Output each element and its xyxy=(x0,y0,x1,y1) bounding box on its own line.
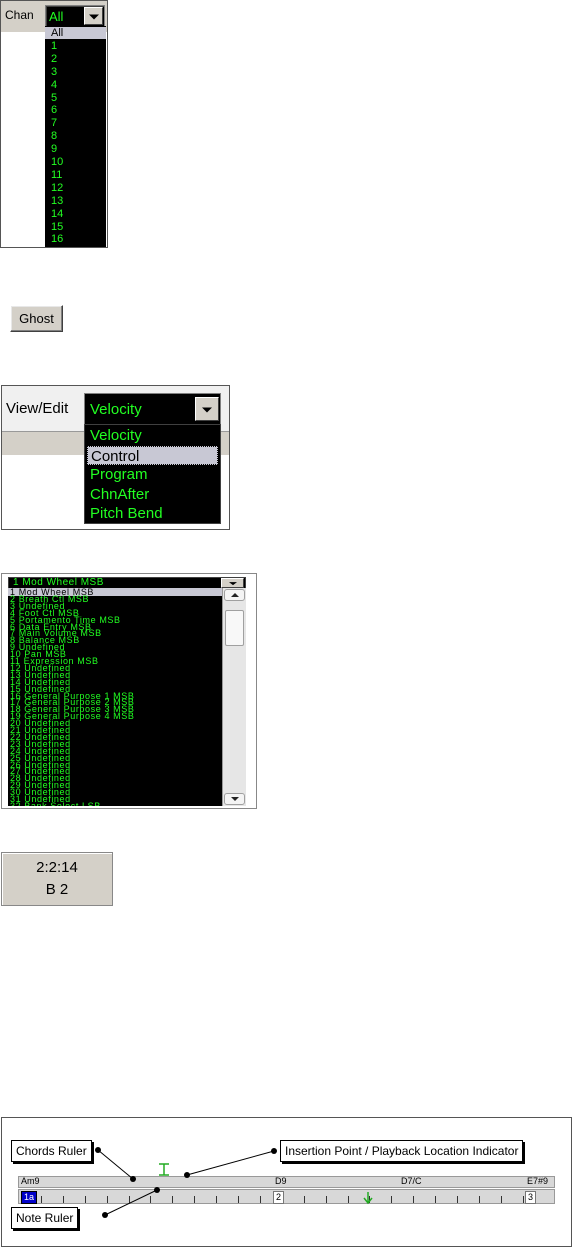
channel-option[interactable]: 10 xyxy=(45,156,106,168)
channel-option[interactable]: 8 xyxy=(45,130,106,142)
note-ruler-callout: Note Ruler xyxy=(11,1207,79,1229)
channel-option[interactable]: 1 xyxy=(45,40,106,52)
channel-option[interactable]: 4 xyxy=(45,79,106,91)
controller-scrollbar[interactable] xyxy=(222,588,246,806)
controller-panel: 1 Mod Wheel MSB 1 Mod Wheel MSB 2 Breath … xyxy=(1,573,257,809)
view-edit-option[interactable]: Program xyxy=(87,465,218,485)
channel-select[interactable]: All xyxy=(45,5,105,27)
channel-option[interactable]: 9 xyxy=(45,143,106,155)
insertion-point-callout: Insertion Point / Playback Location Indi… xyxy=(280,1140,524,1162)
channel-option[interactable]: 12 xyxy=(45,182,106,194)
view-edit-option[interactable]: Velocity xyxy=(87,426,218,446)
view-edit-select-value: Velocity xyxy=(90,401,142,418)
channel-option[interactable]: 5 xyxy=(45,92,106,104)
controller-option[interactable]: 32 Bank Select LSB xyxy=(8,802,222,806)
scroll-up-button[interactable] xyxy=(224,589,245,601)
channel-option[interactable]: 2 xyxy=(45,53,106,65)
view-edit-select[interactable]: Velocity xyxy=(84,393,221,425)
chevron-down-icon xyxy=(230,797,239,801)
ghost-button[interactable]: Ghost xyxy=(10,305,63,332)
view-edit-options-list: Velocity Control Program ChnAfter Pitch Bend xyxy=(84,424,221,524)
position-time: 2:2:14 xyxy=(36,859,78,876)
controller-options-list: 1 Mod Wheel MSB 2 Breath Ctl MSB 3 Undefin… xyxy=(8,588,222,806)
chevron-down-icon[interactable] xyxy=(84,7,103,25)
position-note: B 2 xyxy=(45,881,69,898)
channel-filter-panel: Chan All All 1 2 3 4 5 6 7 8 9 10 11 12 13 14 15 16 xyxy=(0,0,108,248)
position-display: 2:2:14 B 2 xyxy=(1,852,113,906)
view-edit-label: View/Edit xyxy=(6,400,69,417)
channel-label: Chan xyxy=(5,8,34,22)
chevron-down-icon[interactable] xyxy=(195,397,219,421)
channel-option[interactable]: All xyxy=(45,27,106,40)
channel-options-list: All 1 2 3 4 5 6 7 8 9 10 11 12 13 14 15 16 xyxy=(45,26,106,247)
channel-option[interactable]: 7 xyxy=(45,117,106,129)
insertion-point-icon xyxy=(159,1163,169,1176)
view-edit-option[interactable]: Control xyxy=(87,445,218,466)
channel-select-value: All xyxy=(49,9,64,24)
view-edit-option[interactable]: Pitch Bend xyxy=(87,504,218,524)
view-edit-panel: View/Edit Velocity Velocity Control Progra… xyxy=(1,385,230,530)
playback-arrow-icon xyxy=(363,1192,373,1205)
channel-option[interactable]: 16 xyxy=(45,233,106,245)
chevron-up-icon xyxy=(230,593,239,597)
view-edit-option[interactable]: ChnAfter xyxy=(87,485,218,505)
chevron-down-icon[interactable] xyxy=(221,578,244,588)
channel-option[interactable]: 3 xyxy=(45,66,106,78)
controller-select-value: 1 Mod Wheel MSB xyxy=(13,577,104,588)
channel-option[interactable]: 13 xyxy=(45,195,106,207)
ruler-diagram: Am9 D9 D7/C E7#9 1a 2 3 Chords Ruler Ins xyxy=(1,1117,572,1247)
callout-leaders xyxy=(95,1147,373,1218)
channel-option[interactable]: 6 xyxy=(45,104,106,116)
chords-ruler-callout: Chords Ruler xyxy=(11,1140,92,1162)
scroll-down-button[interactable] xyxy=(224,793,245,805)
channel-option[interactable]: 15 xyxy=(45,221,106,233)
channel-option[interactable]: 11 xyxy=(45,169,106,181)
channel-option[interactable]: 14 xyxy=(45,208,106,220)
scrollbar-thumb[interactable] xyxy=(225,610,244,646)
